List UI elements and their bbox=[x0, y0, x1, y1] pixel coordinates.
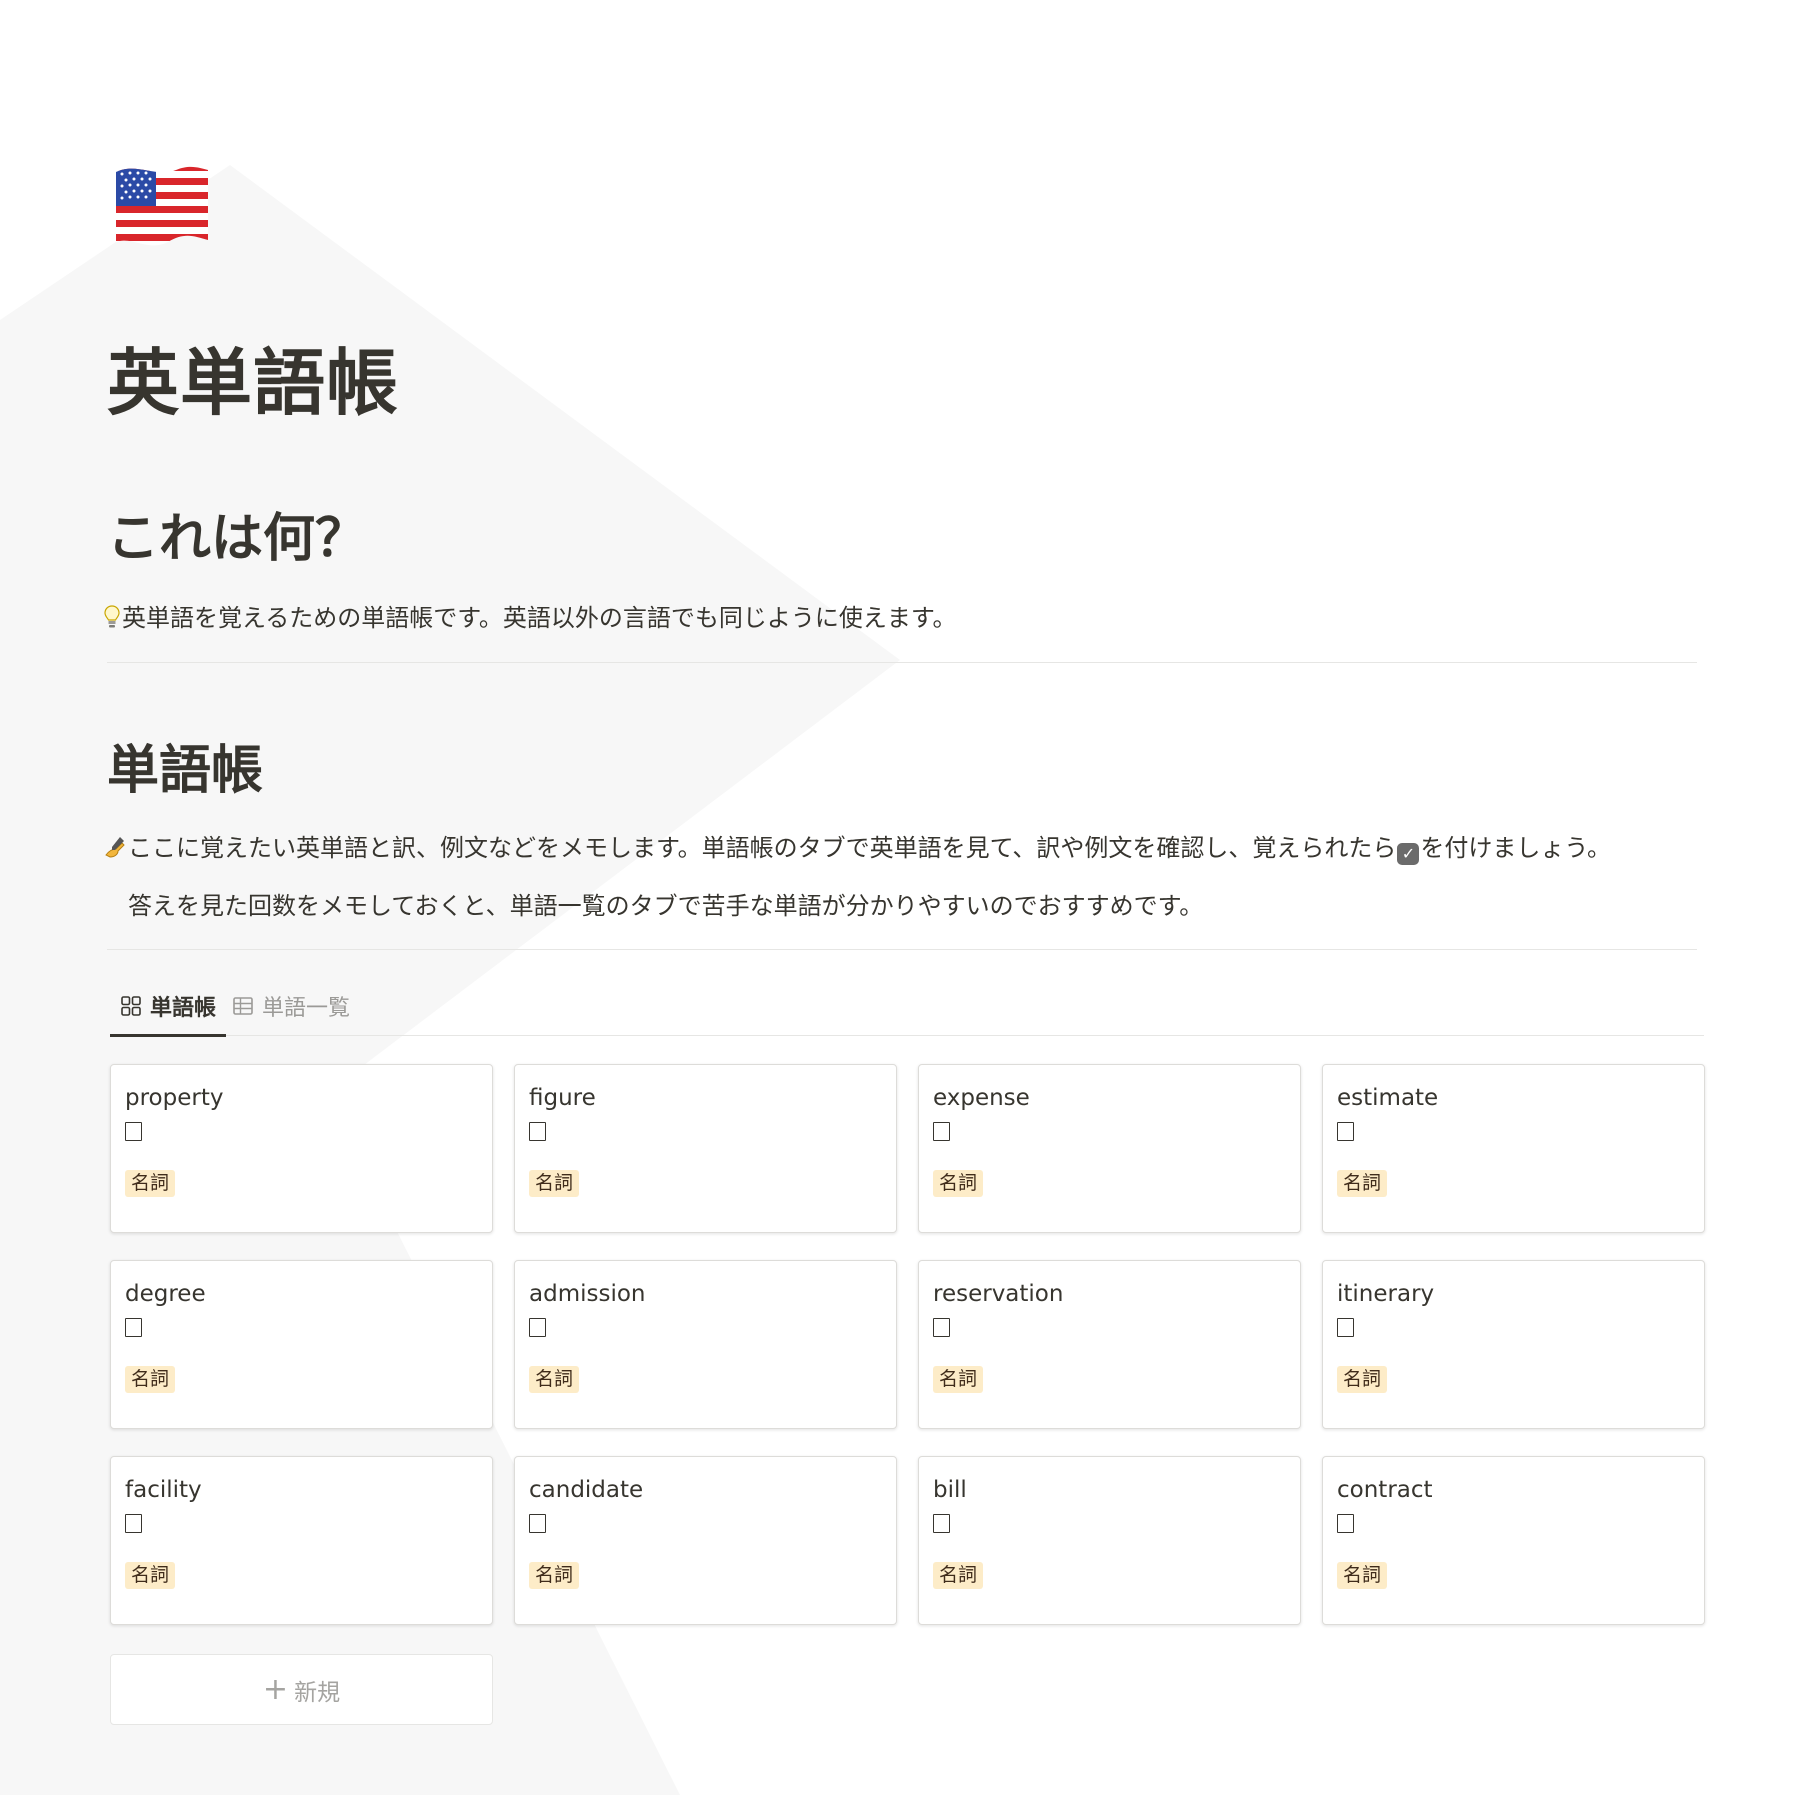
part-of-speech-tag: 名詞 bbox=[529, 1366, 580, 1393]
learned-checkbox[interactable] bbox=[125, 1318, 142, 1337]
card-word: property bbox=[125, 1085, 224, 1111]
part-of-speech-tag: 名詞 bbox=[529, 1170, 580, 1197]
learned-checkbox[interactable] bbox=[125, 1514, 142, 1533]
card[interactable]: expense 名詞 bbox=[918, 1064, 1301, 1233]
learned-checkbox[interactable] bbox=[1337, 1514, 1354, 1533]
vocab-description-line1[interactable]: ここに覚えたい英単語と訳、例文などをメモします。単語帳のタブで英単語を見て、訳や… bbox=[104, 833, 1611, 867]
part-of-speech-tag: 名詞 bbox=[933, 1170, 984, 1197]
plus-icon: + bbox=[262, 1671, 289, 1707]
part-of-speech-tag: 名詞 bbox=[933, 1562, 984, 1589]
vocab-description-text1: ここに覚えたい英単語と訳、例文などをメモします。単語帳のタブで英単語を見て、訳や… bbox=[128, 834, 1397, 862]
card[interactable]: itinerary 名詞 bbox=[1322, 1260, 1705, 1429]
card-word: admission bbox=[529, 1281, 646, 1307]
heading-vocab-book[interactable]: 単語帳 bbox=[107, 740, 263, 802]
tab-label: 単語一覧 bbox=[262, 996, 351, 1021]
card-word: contract bbox=[1337, 1477, 1433, 1503]
page-title[interactable]: 英単語帳 bbox=[107, 340, 399, 426]
us-flag-icon bbox=[116, 166, 208, 246]
card[interactable]: figure 名詞 bbox=[514, 1064, 897, 1233]
card-word: candidate bbox=[529, 1477, 644, 1503]
part-of-speech-tag: 名詞 bbox=[529, 1562, 580, 1589]
learned-checkbox[interactable] bbox=[1337, 1318, 1354, 1337]
card[interactable]: bill 名詞 bbox=[918, 1456, 1301, 1625]
tab-vocab-list[interactable]: 単語一覧 bbox=[222, 976, 360, 1036]
learned-checkbox[interactable] bbox=[933, 1318, 950, 1337]
learned-checkbox[interactable] bbox=[529, 1122, 546, 1141]
what-description[interactable]: 英単語を覚えるための単語帳です。英語以外の言語でも同じように使えます。 bbox=[104, 603, 956, 637]
card[interactable]: property 名詞 bbox=[110, 1064, 493, 1233]
gallery-icon bbox=[121, 996, 141, 1016]
learned-checkbox[interactable] bbox=[529, 1318, 546, 1337]
check-box-icon: ✓ bbox=[1397, 843, 1420, 865]
card-word: reservation bbox=[933, 1281, 1064, 1307]
page: 英単語帳 これは何？ 英単語を覚えるための単語帳です。英語以外の言語でも同じよう… bbox=[0, 0, 1795, 1795]
lightbulb-icon bbox=[104, 605, 120, 637]
card-word: degree bbox=[125, 1281, 206, 1307]
card[interactable]: estimate 名詞 bbox=[1322, 1064, 1705, 1233]
part-of-speech-tag: 名詞 bbox=[125, 1170, 176, 1197]
table-icon bbox=[233, 997, 253, 1015]
part-of-speech-tag: 名詞 bbox=[125, 1366, 176, 1393]
learned-checkbox[interactable] bbox=[529, 1514, 546, 1533]
new-card-label: 新規 bbox=[294, 1679, 341, 1706]
writing-hand-icon bbox=[104, 835, 126, 867]
tab-vocab-book[interactable]: 単語帳 bbox=[110, 976, 227, 1037]
vocab-description-line2[interactable]: 答えを見た回数をメモしておくと、単語一覧のタブで苦手な単語が分かりやすいのでおす… bbox=[128, 891, 1203, 922]
card[interactable]: contract 名詞 bbox=[1322, 1456, 1705, 1625]
part-of-speech-tag: 名詞 bbox=[1337, 1562, 1388, 1589]
card-gallery: property 名詞 figure 名詞 expense 名詞 estimate 名詞… bbox=[110, 1064, 1705, 1625]
card[interactable]: candidate 名詞 bbox=[514, 1456, 897, 1625]
learned-checkbox[interactable] bbox=[933, 1122, 950, 1141]
view-tabs: 単語帳 単語一覧 bbox=[110, 976, 1704, 1037]
learned-checkbox[interactable] bbox=[125, 1122, 142, 1141]
heading-what-is-this[interactable]: これは何？ bbox=[107, 508, 367, 570]
divider bbox=[107, 662, 1697, 663]
new-card-button[interactable]: + 新規 bbox=[110, 1654, 493, 1725]
part-of-speech-tag: 名詞 bbox=[1337, 1170, 1388, 1197]
card-word: bill bbox=[933, 1477, 967, 1503]
part-of-speech-tag: 名詞 bbox=[933, 1366, 984, 1393]
learned-checkbox[interactable] bbox=[1337, 1122, 1354, 1141]
tab-label: 単語帳 bbox=[150, 996, 217, 1021]
card[interactable]: reservation 名詞 bbox=[918, 1260, 1301, 1429]
part-of-speech-tag: 名詞 bbox=[125, 1562, 176, 1589]
vocab-description-text1-end: を付けましょう。 bbox=[1420, 834, 1611, 862]
card-word: expense bbox=[933, 1085, 1030, 1111]
card-word: facility bbox=[125, 1477, 202, 1503]
card-word: itinerary bbox=[1337, 1281, 1435, 1307]
card[interactable]: admission 名詞 bbox=[514, 1260, 897, 1429]
learned-checkbox[interactable] bbox=[933, 1514, 950, 1533]
part-of-speech-tag: 名詞 bbox=[1337, 1366, 1388, 1393]
what-description-text: 英単語を覚えるための単語帳です。英語以外の言語でも同じように使えます。 bbox=[122, 604, 957, 632]
card-word: figure bbox=[529, 1085, 596, 1111]
card-word: estimate bbox=[1337, 1085, 1439, 1111]
card[interactable]: facility 名詞 bbox=[110, 1456, 493, 1625]
divider bbox=[107, 949, 1697, 950]
card[interactable]: degree 名詞 bbox=[110, 1260, 493, 1429]
